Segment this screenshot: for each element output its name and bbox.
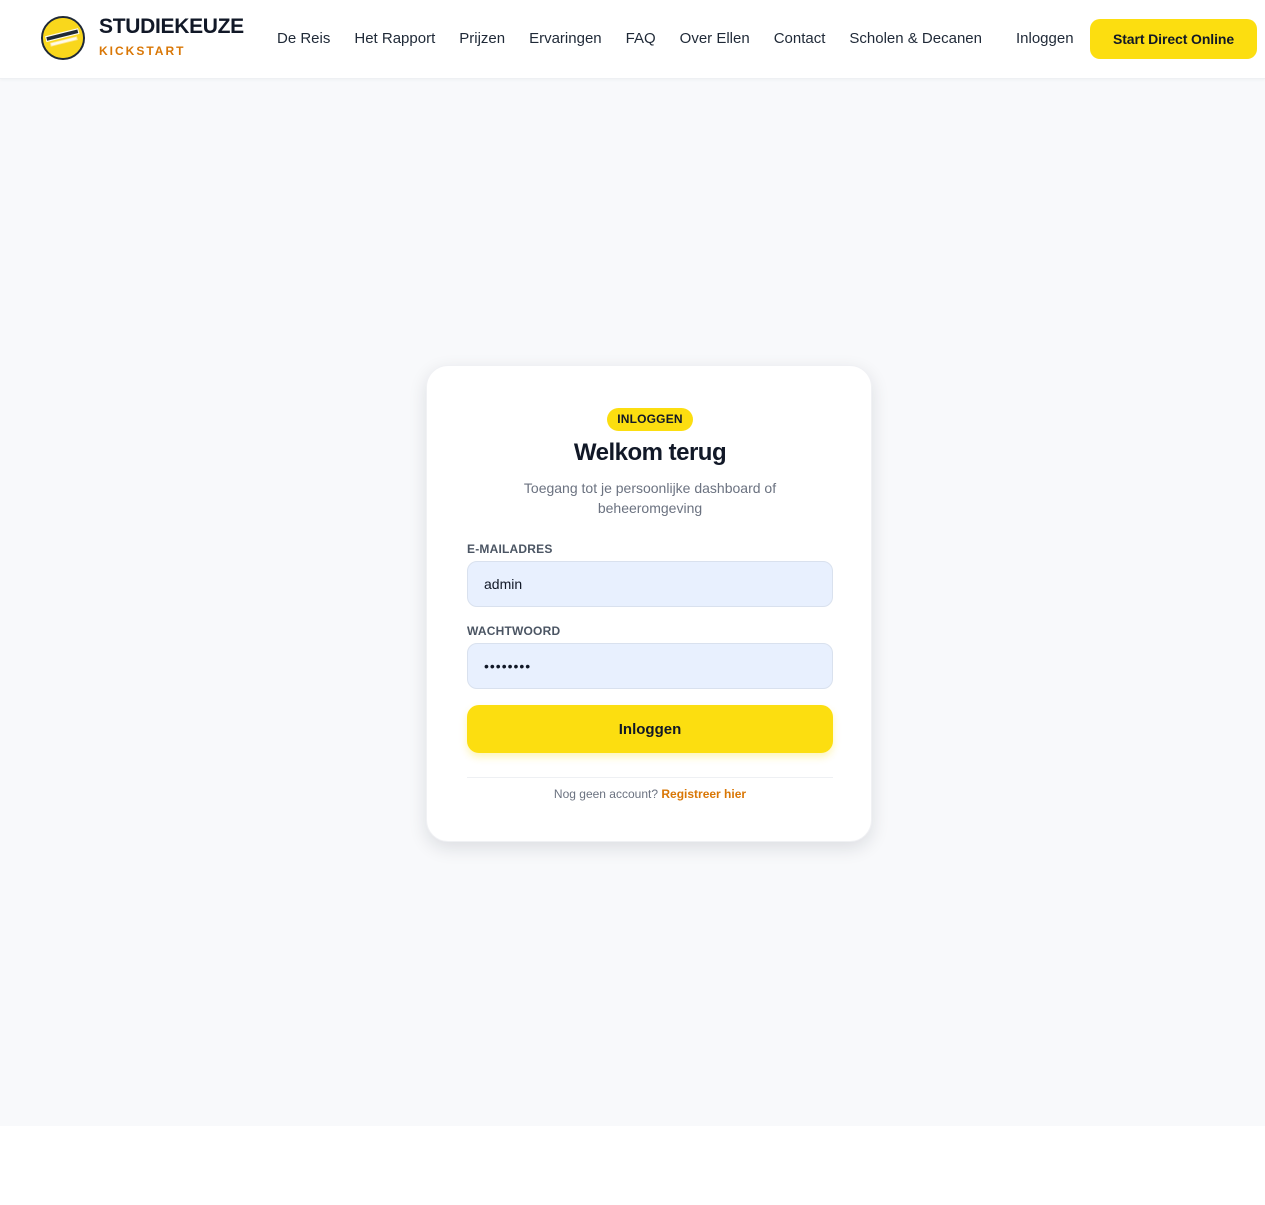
site-header: STUDIEKEUZE KICKSTART De Reis Het Rappor…: [0, 0, 1265, 79]
email-input[interactable]: [467, 561, 833, 607]
logo-graphic: [43, 18, 83, 58]
register-link[interactable]: Registreer hier: [661, 787, 746, 801]
nav-item-ervaringen[interactable]: Ervaringen: [529, 30, 602, 48]
nav-item-scholen-decanen[interactable]: Scholen & Decanen: [849, 30, 982, 48]
nav-item-de-reis[interactable]: De Reis: [277, 30, 330, 48]
login-subtitle: Toegang tot je persoonlijke dashboard of…: [523, 480, 777, 516]
login-title: Welkom terug: [573, 439, 727, 466]
brand[interactable]: STUDIEKEUZE KICKSTART: [99, 15, 244, 58]
password-input[interactable]: [467, 643, 833, 689]
header-login-link[interactable]: Inloggen: [1016, 30, 1074, 48]
login-submit-button[interactable]: Inloggen: [467, 705, 833, 753]
start-direct-online-button[interactable]: Start Direct Online: [1090, 19, 1257, 59]
no-account-text: Nog geen account?: [553, 787, 659, 801]
password-label: WACHTWOORD: [467, 624, 561, 638]
login-badge: INLOGGEN: [607, 408, 693, 431]
nav-item-faq[interactable]: FAQ: [626, 30, 656, 48]
nav-item-prijzen[interactable]: Prijzen: [459, 30, 505, 48]
register-row: Nog geen account? Registreer hier: [427, 787, 873, 801]
email-label: E-MAILADRES: [467, 542, 553, 556]
nav-item-over-ellen[interactable]: Over Ellen: [680, 30, 750, 48]
brand-subtitle: KICKSTART: [99, 44, 186, 58]
studiekeuze-logo-icon[interactable]: [41, 16, 85, 60]
nav-item-het-rapport[interactable]: Het Rapport: [354, 30, 435, 48]
main-nav: De Reis Het Rapport Prijzen Ervaringen F…: [277, 30, 1006, 48]
login-card: INLOGGEN Welkom terug Toegang tot je per…: [426, 365, 872, 842]
brand-title: STUDIEKEUZE: [99, 15, 244, 38]
nav-item-contact[interactable]: Contact: [774, 30, 826, 48]
card-divider: [467, 777, 833, 778]
main-content: INLOGGEN Welkom terug Toegang tot je per…: [0, 79, 1265, 1126]
